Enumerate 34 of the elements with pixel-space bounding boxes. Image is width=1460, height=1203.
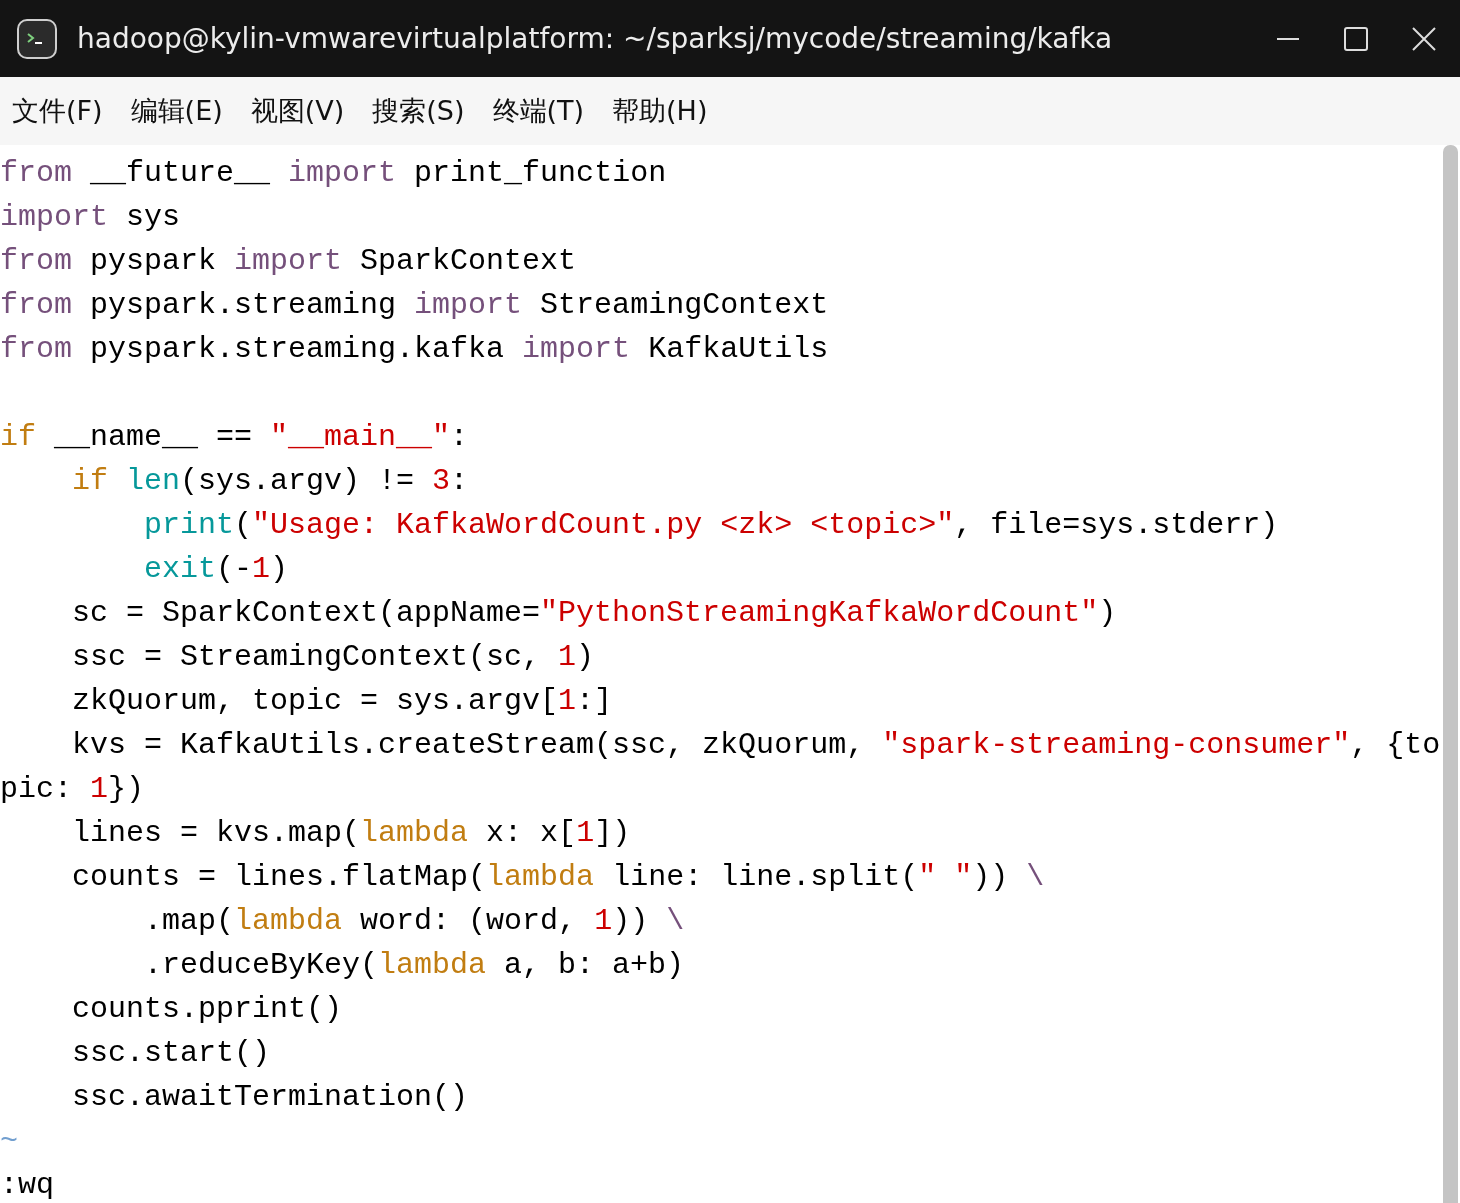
menu-item[interactable]: 帮助(H)	[612, 93, 708, 129]
code-line: kvs = KafkaUtils.createStream(ssc, zkQuorum, "spark-streaming-consumer", {to	[71, 727, 1442, 764]
maximize-icon[interactable]	[1344, 26, 1368, 51]
window-title: hadoop@kylin-vmwarevirtualplatform: ~/sparksj/mycode/streaming/kafka	[77, 22, 1114, 55]
code-line: if len(sys.argv) != 3:	[71, 463, 470, 500]
code-line: if __name__ == "__main__":	[0, 419, 470, 456]
menu-item[interactable]: 编辑(E)	[130, 93, 223, 129]
code-line: counts = lines.flatMap(lambda line: line.split(" ")) \	[71, 859, 1046, 896]
code-line: from pyspark.streaming.kafka import KafkaUtils	[0, 331, 830, 368]
empty-line-marker: ~	[0, 1124, 18, 1158]
code-line: .reduceByKey(lambda a, b: a+b)	[143, 947, 686, 984]
code-line: from pyspark.streaming import StreamingContext	[0, 287, 830, 324]
code-line: print("Usage: KafkaWordCount.py <zk> <topic>", file=sys.stderr)	[143, 507, 1280, 544]
command-line: :wq	[0, 1168, 54, 1202]
menu-item[interactable]: 文件(F)	[12, 93, 103, 129]
scrollbar-thumb[interactable]	[1443, 145, 1458, 1203]
terminal-icon	[17, 18, 57, 59]
menu-item[interactable]: 终端(T)	[492, 93, 585, 129]
code-line: from __future__ import print_function	[0, 155, 668, 192]
code-line: counts.pprint()	[71, 991, 344, 1028]
code-line: zkQuorum, topic = sys.argv[1:]	[71, 683, 614, 720]
code-line: ssc.start()	[71, 1035, 272, 1072]
code-line: import sys	[0, 199, 182, 236]
code-line: ssc = StreamingContext(sc, 1)	[71, 639, 596, 676]
code-line: exit(-1)	[143, 551, 290, 588]
code-line: ssc.awaitTermination()	[71, 1079, 470, 1116]
close-icon[interactable]	[1412, 26, 1436, 51]
code-line: lines = kvs.map(lambda x: x[1])	[71, 815, 632, 852]
code-line: sc = SparkContext(appName="PythonStreamingKafkaWordCount")	[71, 595, 1118, 632]
menu-item[interactable]: 搜索(S)	[372, 93, 465, 129]
code-line: pic: 1})	[0, 771, 146, 808]
menu-item[interactable]: 视图(V)	[250, 93, 345, 129]
code-line: from pyspark import SparkContext	[0, 243, 578, 280]
code-line: .map(lambda word: (word, 1)) \	[143, 903, 686, 940]
